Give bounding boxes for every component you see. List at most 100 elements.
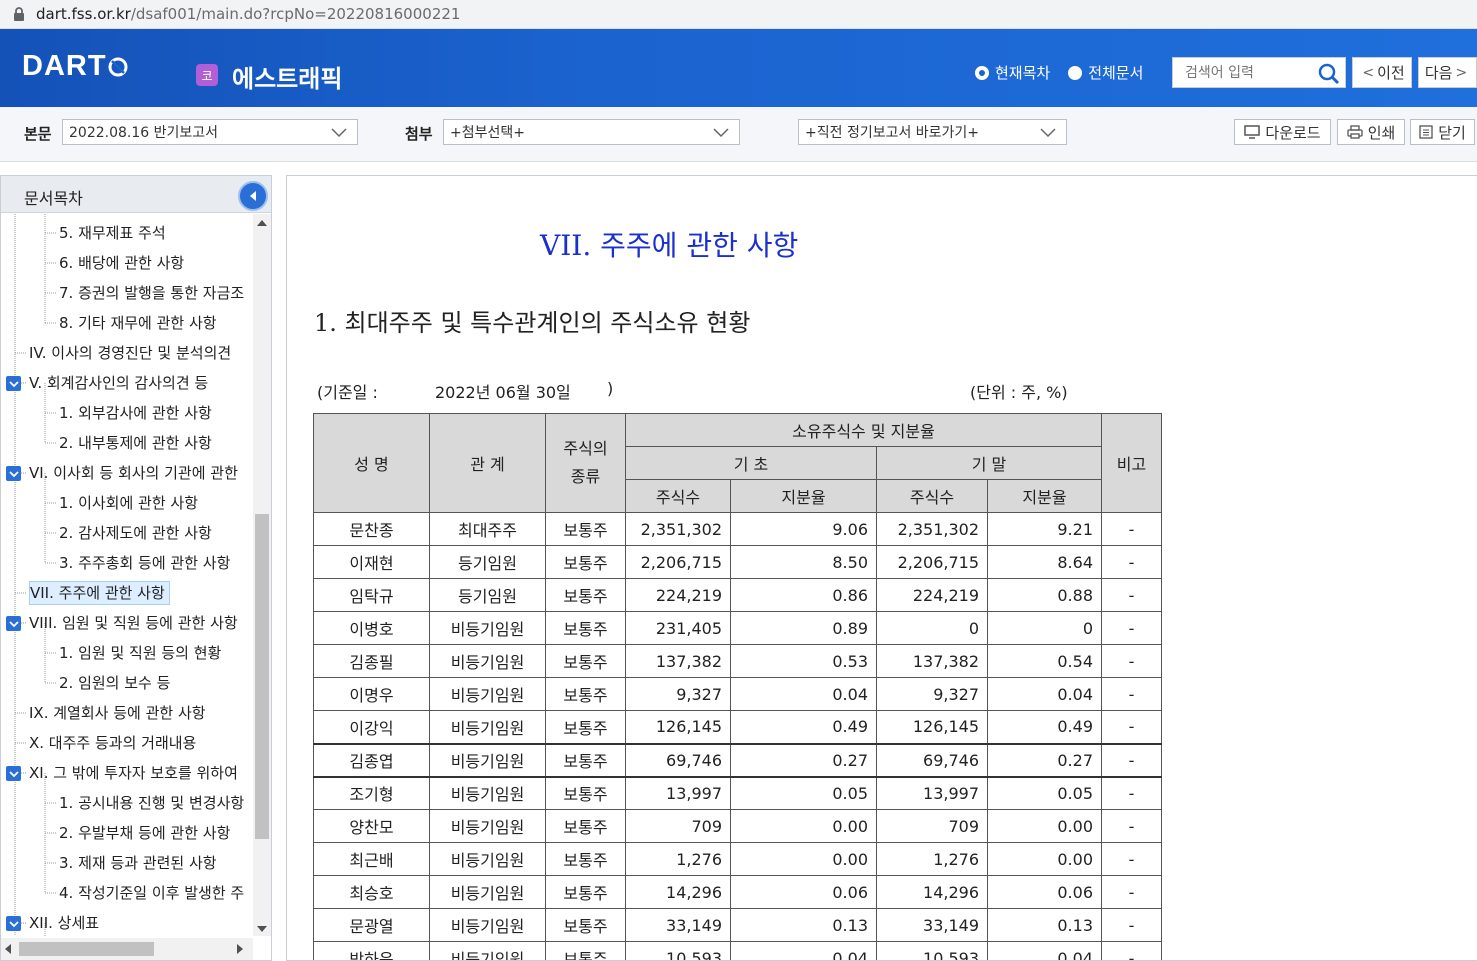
toc-item[interactable]: 6. 배당에 관한 사항 bbox=[59, 251, 184, 275]
cell-e-shares: 2,351,302 bbox=[876, 512, 988, 546]
scroll-right-icon[interactable] bbox=[237, 944, 243, 954]
cell-e-ratio: 0 bbox=[987, 611, 1102, 645]
toc-item[interactable]: 2. 임원의 보수 등 bbox=[59, 671, 170, 695]
toc-item[interactable]: 3. 주주총회 등에 관한 사항 bbox=[59, 551, 230, 575]
toc-item[interactable]: 1. 임원 및 직원 등의 현황 bbox=[59, 641, 221, 665]
cell-name: 김종엽 bbox=[313, 742, 430, 777]
toc-horizontal-scrollbar[interactable] bbox=[1, 938, 253, 960]
toc-item[interactable]: VII. 주주에 관한 사항 bbox=[29, 581, 170, 605]
toc-item[interactable]: VI. 이사회 등 회사의 기관에 관한 bbox=[29, 461, 238, 485]
section-title: 1. 최대주주 및 특수관계인의 주식소유 현황 bbox=[314, 309, 751, 337]
cell-relation: 비등기임원 bbox=[429, 775, 546, 810]
radio-all-docs[interactable]: 전체문서 bbox=[1068, 62, 1143, 83]
cell-relation: 비등기임원 bbox=[429, 710, 546, 744]
scroll-left-icon[interactable] bbox=[5, 944, 11, 954]
cell-name: 이재현 bbox=[313, 545, 430, 579]
cell-b-shares: 1,276 bbox=[625, 842, 731, 876]
cell-e-ratio: 0.49 bbox=[987, 710, 1102, 744]
close-doc-icon bbox=[1419, 125, 1433, 139]
prev-button[interactable]: < 이전 bbox=[1352, 57, 1412, 88]
cell-b-ratio: 0.27 bbox=[730, 742, 877, 777]
cell-name: 문찬종 bbox=[313, 512, 430, 546]
search-icon[interactable] bbox=[1317, 62, 1341, 86]
cell-e-shares: 10,593 bbox=[876, 941, 988, 960]
toc-item[interactable]: VIII. 임원 및 직원 등에 관한 사항 bbox=[29, 611, 238, 635]
toc-item[interactable]: 1. 외부감사에 관한 사항 bbox=[59, 401, 212, 425]
cell-name: 이명우 bbox=[313, 677, 430, 711]
toc-item[interactable]: 4. 작성기준일 이후 발생한 주 bbox=[59, 881, 244, 905]
expand-toggle-icon[interactable] bbox=[6, 916, 21, 931]
main-doc-select[interactable]: 2022.08.16 반기보고서 bbox=[62, 119, 358, 145]
dart-logo[interactable]: DART bbox=[22, 50, 128, 83]
toc-item[interactable]: 7. 증권의 발행을 통한 자금조 bbox=[59, 281, 244, 305]
cell-note: - bbox=[1101, 875, 1162, 909]
cell-note: - bbox=[1101, 775, 1162, 810]
print-label: 인쇄 bbox=[1367, 123, 1396, 142]
cell-e-shares: 14,296 bbox=[876, 875, 988, 909]
cell-note: - bbox=[1101, 578, 1162, 612]
cell-e-shares: 9,327 bbox=[876, 677, 988, 711]
attach-select[interactable]: +첨부선택+ bbox=[443, 119, 740, 145]
cell-type: 보통주 bbox=[545, 677, 626, 711]
toc-item[interactable]: 2. 감사제도에 관한 사항 bbox=[59, 521, 212, 545]
toc-item[interactable]: X. 대주주 등과의 거래내용 bbox=[29, 731, 196, 755]
cell-b-shares: 137,382 bbox=[625, 644, 731, 678]
chevron-right-icon: > bbox=[1455, 64, 1468, 81]
toc-item[interactable]: 2. 우발부채 등에 관한 사항 bbox=[59, 821, 230, 845]
logo-text: DART bbox=[22, 50, 107, 82]
radio-current-toc[interactable]: 현재목차 bbox=[975, 62, 1050, 83]
expand-toggle-icon[interactable] bbox=[6, 466, 21, 481]
col-header-type: 주식의 종류 bbox=[545, 413, 626, 513]
periodic-report-select[interactable]: +직전 정기보고서 바로가기+ bbox=[798, 119, 1067, 145]
url-path: /dsaf001/main.do?rcpNo=20220816000221 bbox=[130, 5, 461, 23]
close-button[interactable]: 닫기 bbox=[1410, 119, 1475, 145]
basis-date: (기준일 : 2022년 06월 30일 ) bbox=[317, 379, 613, 403]
cell-note: - bbox=[1101, 710, 1162, 744]
cell-e-ratio: 0.00 bbox=[987, 809, 1102, 843]
toc-header: 문서목차 bbox=[1, 176, 271, 213]
toc-item[interactable]: XII. 상세표 bbox=[29, 911, 99, 935]
cell-name: 문광열 bbox=[313, 908, 430, 942]
toc-item[interactable]: IV. 이사의 경영진단 및 분석의견 bbox=[29, 341, 231, 365]
toc-item[interactable]: 1. 이사회에 관한 사항 bbox=[59, 491, 198, 515]
table-row: 문광열 비등기임원 보통주 33,149 0.13 33,149 0.13- bbox=[313, 908, 1162, 942]
cell-e-shares: 0 bbox=[876, 611, 988, 645]
table-row: 김종필 비등기임원 보통주 137,382 0.53 137,382 0.54- bbox=[313, 644, 1162, 678]
toc-item[interactable]: 8. 기타 재무에 관한 사항 bbox=[59, 311, 217, 335]
expand-toggle-icon[interactable] bbox=[6, 616, 21, 631]
toc-sidebar: 문서목차 5. 재무제표 주석 6. 배당에 관한 사항 7. 증권의 발행을 통한… bbox=[0, 175, 272, 961]
toc-item[interactable]: XI. 그 밖에 투자자 보호를 위하여 bbox=[29, 761, 238, 785]
toc-item[interactable]: 1. 공시내용 진행 및 변경사항 bbox=[59, 791, 244, 815]
print-button[interactable]: 인쇄 bbox=[1337, 119, 1405, 145]
toc-item[interactable]: V. 회계감사인의 감사의견 등 bbox=[29, 371, 208, 395]
toc-item[interactable]: IX. 계열회사 등에 관한 사항 bbox=[29, 701, 206, 725]
toc-item[interactable]: 5. 재무제표 주석 bbox=[59, 221, 166, 245]
cell-b-ratio: 0.13 bbox=[730, 908, 877, 942]
table-row: 양찬모 비등기임원 보통주 709 0.00 709 0.00- bbox=[313, 809, 1162, 843]
scrollbar-thumb[interactable] bbox=[255, 514, 269, 839]
cell-b-ratio: 0.05 bbox=[730, 775, 877, 810]
table-body: 문찬종 최대주주 보통주 2,351,302 9.06 2,351,302 9.21- 이재현… bbox=[313, 512, 1162, 960]
scrollbar-thumb[interactable] bbox=[19, 942, 154, 956]
cell-e-ratio: 0.04 bbox=[987, 677, 1102, 711]
chevron-left-icon: < bbox=[1362, 64, 1375, 81]
cell-relation: 비등기임원 bbox=[429, 677, 546, 711]
collapse-sidebar-button[interactable] bbox=[238, 181, 268, 211]
expand-toggle-icon[interactable] bbox=[6, 766, 21, 781]
cell-relation: 비등기임원 bbox=[429, 809, 546, 843]
print-icon bbox=[1347, 125, 1363, 139]
toc-item[interactable]: 2. 내부통제에 관한 사항 bbox=[59, 431, 212, 455]
expand-toggle-icon[interactable] bbox=[6, 376, 21, 391]
col-header-name: 성 명 bbox=[313, 413, 430, 513]
toc-vertical-scrollbar[interactable] bbox=[253, 214, 271, 936]
toc-item[interactable]: 3. 제재 등과 관련된 사항 bbox=[59, 851, 217, 875]
scroll-down-icon[interactable] bbox=[257, 926, 267, 932]
search-input[interactable] bbox=[1173, 58, 1313, 87]
col-header-begin-shares: 주식수 bbox=[625, 479, 731, 513]
address-bar[interactable]: dart.fss.or.kr/dsaf001/main.do?rcpNo=202… bbox=[0, 0, 1477, 29]
next-button[interactable]: 다음 > bbox=[1418, 57, 1477, 88]
cell-note: - bbox=[1101, 941, 1162, 960]
cell-b-shares: 69,746 bbox=[625, 742, 731, 777]
scroll-up-icon[interactable] bbox=[257, 220, 267, 226]
download-button[interactable]: 다운로드 bbox=[1234, 119, 1331, 145]
